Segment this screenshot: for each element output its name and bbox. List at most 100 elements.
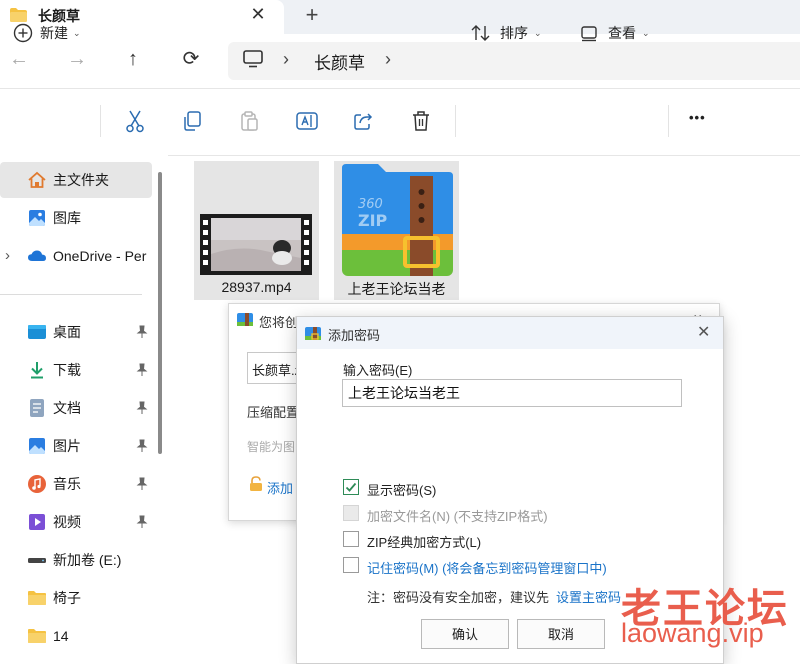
sidebar-item-label: 文档 <box>53 400 81 416</box>
file-name: 上老王论坛当老 <box>347 281 446 297</box>
new-tab-button[interactable]: + <box>300 3 324 27</box>
remember-password-label[interactable]: 记住密码(M) (将会备忘到密码管理窗口中) <box>367 558 607 577</box>
sidebar-item-music[interactable]: 音乐 <box>0 466 152 502</box>
toolbar-divider <box>100 105 101 137</box>
video-thumbnail <box>200 214 312 275</box>
sidebar-item-videos[interactable]: 视频 <box>0 504 152 540</box>
chevron-down-icon: ⌄ <box>73 27 81 38</box>
copy-icon[interactable] <box>181 110 203 132</box>
breadcrumb-current[interactable]: 长颜草 <box>314 49 365 74</box>
cancel-button[interactable]: 取消 <box>517 619 605 649</box>
breadcrumb-separator: › <box>283 49 289 69</box>
sidebar-item-folder-chair[interactable]: 椅子 <box>0 580 152 616</box>
more-options-button[interactable]: ••• <box>689 110 706 125</box>
music-icon <box>28 475 46 493</box>
sidebar-item-label: 新加卷 (E:) <box>53 552 122 568</box>
sidebar-item-downloads[interactable]: 下载 <box>0 352 152 388</box>
sort-icon <box>471 25 490 41</box>
smart-hint-text: 智能为图 <box>247 440 296 454</box>
show-password-label[interactable]: 显示密码(S) <box>367 480 436 499</box>
sidebar-divider <box>0 294 142 295</box>
file-tile-video[interactable]: 28937.mp4 <box>194 161 319 300</box>
sidebar-item-onedrive[interactable]: OneDrive - Per <box>0 238 152 274</box>
zip-badge-bottom: ZIP <box>358 211 388 230</box>
add-password-link[interactable]: 添加 <box>267 478 293 497</box>
toolbar-divider <box>455 105 456 137</box>
plus-circle-icon <box>13 23 33 43</box>
set-master-password-link[interactable]: 设置主密码 <box>556 587 621 606</box>
watermark-url: laowang.vip <box>621 618 764 648</box>
sidebar-item-label: 视频 <box>53 514 81 530</box>
pin-icon[interactable] <box>136 477 148 491</box>
folder-icon <box>28 591 46 605</box>
sidebar-item-label: 主文件夹 <box>53 172 109 188</box>
home-icon <box>28 171 46 188</box>
sidebar-item-label: 音乐 <box>53 476 81 492</box>
sort-button[interactable]: 排序 ⌄ <box>470 19 542 47</box>
video-icon <box>29 514 45 530</box>
back-button[interactable]: ← <box>3 43 35 75</box>
sidebar-item-label: 14 <box>53 628 69 644</box>
lock-icon <box>250 476 262 491</box>
sidebar-item-label: 图库 <box>53 210 81 226</box>
checkmark-icon <box>345 482 357 492</box>
cut-icon[interactable] <box>124 109 146 133</box>
cloud-icon <box>28 250 46 261</box>
password-input[interactable] <box>342 379 682 407</box>
view-label: 查看 <box>608 25 636 41</box>
view-button[interactable]: 查看 ⌄ <box>578 19 650 47</box>
forward-button[interactable]: → <box>61 43 93 75</box>
pin-icon[interactable] <box>136 401 148 415</box>
pin-icon[interactable] <box>136 363 148 377</box>
compress-config-label: 压缩配置 <box>247 405 300 420</box>
refresh-button[interactable]: ⟳ <box>175 43 207 75</box>
chevron-down-icon: ⌄ <box>642 27 650 38</box>
sidebar-item-desktop[interactable]: 桌面 <box>0 314 152 350</box>
folder-icon <box>28 629 46 643</box>
breadcrumb-expand[interactable]: › <box>385 49 391 70</box>
paste-icon <box>241 111 258 131</box>
remember-password-checkbox[interactable] <box>343 557 359 573</box>
pin-icon[interactable] <box>136 515 148 529</box>
close-icon[interactable]: ✕ <box>697 322 710 342</box>
gallery-icon <box>29 210 45 226</box>
zip-badge-top: 360 <box>358 197 383 212</box>
monitor-icon[interactable] <box>243 50 263 68</box>
picture-icon <box>29 438 45 454</box>
view-icon <box>581 26 597 42</box>
sidebar-item-home[interactable]: 主文件夹 <box>0 162 152 198</box>
show-password-checkbox[interactable] <box>343 479 359 495</box>
share-icon[interactable] <box>352 110 374 132</box>
drive-icon <box>28 558 46 563</box>
up-button[interactable]: ↑ <box>117 43 149 75</box>
pin-icon[interactable] <box>136 439 148 453</box>
file-name: 28937.mp4 <box>221 279 292 295</box>
pin-icon[interactable] <box>136 325 148 339</box>
sidebar-item-drive-e[interactable]: 新加卷 (E:) <box>0 542 152 578</box>
compress-app-icon <box>237 313 253 326</box>
sidebar-item-label: 椅子 <box>53 590 81 606</box>
encrypt-filenames-checkbox <box>343 505 359 521</box>
new-button[interactable]: 新建 ⌄ <box>12 19 81 47</box>
sidebar-item-gallery[interactable]: 图库 <box>0 200 152 236</box>
sort-label: 排序 <box>500 25 528 41</box>
zip-classic-encryption-label[interactable]: ZIP经典加密方式(L) <box>367 532 481 551</box>
delete-icon[interactable] <box>410 109 432 133</box>
security-note: 注：密码没有安全加密，建议先 <box>367 590 550 605</box>
sidebar-item-pictures[interactable]: 图片 <box>0 428 152 464</box>
rename-icon[interactable] <box>295 110 319 132</box>
chevron-down-icon: ⌄ <box>534 27 542 38</box>
zip-archive-icon: 360 ZIP <box>342 164 453 276</box>
confirm-button[interactable]: 确认 <box>421 619 509 649</box>
password-app-icon <box>305 327 321 340</box>
sidebar-item-folder-14[interactable]: 14 <box>0 618 152 654</box>
tab-close-button[interactable]: ✕ <box>246 3 270 27</box>
zip-classic-encryption-checkbox[interactable] <box>343 531 359 547</box>
sidebar-item-documents[interactable]: 文档 <box>0 390 152 426</box>
sidebar-scrollbar[interactable] <box>158 172 162 454</box>
toolbar-divider <box>668 105 669 137</box>
file-tile-zip[interactable]: 360 ZIP 上老王论坛当老 <box>334 161 459 300</box>
command-bar <box>0 88 800 156</box>
sidebar-item-label: 桌面 <box>53 324 81 340</box>
download-icon <box>31 362 43 379</box>
